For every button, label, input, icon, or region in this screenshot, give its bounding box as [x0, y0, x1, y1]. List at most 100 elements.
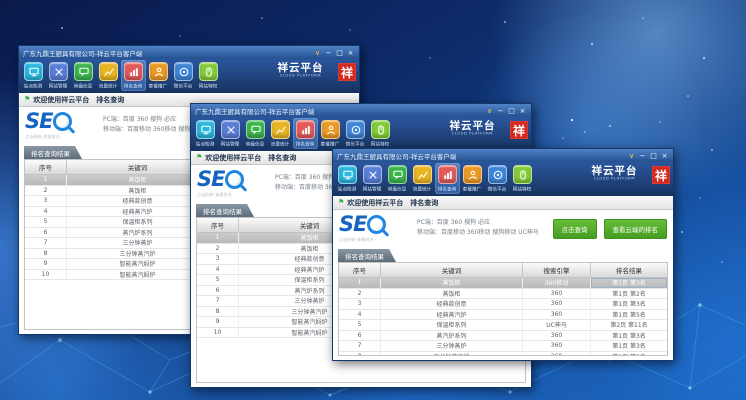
toolbar-item-site-check[interactable]: 站点检测 [335, 163, 360, 194]
toolbar-item-site-check[interactable]: 站点检测 [21, 60, 46, 91]
site-manage-icon [221, 120, 240, 139]
toolbar-item-label: 站点检测 [338, 186, 357, 193]
toolbar-item-privilege[interactable]: 网站特权 [196, 60, 221, 91]
toolbar-item-promotion[interactable]: 套餐推广 [460, 163, 485, 194]
table-row[interactable]: 5保温柜系列UC神马第2页 第11名 [339, 320, 667, 331]
toolbar-item-site-manage[interactable]: 网站管理 [46, 60, 71, 91]
toolbar-item-label: 询盘信息 [246, 141, 265, 148]
seo-tagline: 点击刷新 查看排名 [25, 133, 75, 139]
toolbar-item-privilege[interactable]: 网站特权 [368, 118, 393, 149]
toolbar-item-privilege[interactable]: 网站特权 [510, 163, 535, 194]
toolbar-item-label: 流量统计 [271, 141, 290, 148]
toolbar-item-traffic-stats[interactable]: 流量统计 [268, 118, 293, 149]
table-row[interactable]: 7三分钟蒸炉360第1页 第3名 [339, 341, 667, 352]
ranking-query-icon [124, 62, 143, 81]
table-cell: 三分钟蒸汽炉 [67, 249, 209, 259]
table-row[interactable]: 6蒸汽炉系列360第1页 第3名 [339, 331, 667, 342]
toolbar-item-inquiry[interactable]: 询盘信息 [243, 118, 268, 149]
close-button[interactable]: × [518, 106, 527, 116]
toolbar-item-label: 询盘信息 [74, 83, 93, 90]
toolbar-item-wechat-platform[interactable]: 微信平台 [343, 118, 368, 149]
minimize-button[interactable]: − [324, 48, 333, 58]
table-cell: 第1页 第2名 [591, 352, 667, 357]
window-titlebar[interactable]: 广东九鼎王厨具有限公司-祥云平台客户端 ∨−□× [19, 46, 359, 59]
results-tab[interactable]: 排名查询结果 [196, 204, 254, 217]
table-row[interactable]: 3经典款创意360第1页 第3名 [339, 299, 667, 310]
maximize-button[interactable]: □ [649, 151, 658, 161]
table-row[interactable]: 2蒸饭柜360第1页 第2名 [339, 289, 667, 300]
table-row[interactable]: 8三分钟蒸汽炉360第1页 第2名 [339, 352, 667, 357]
toolbar-item-inquiry[interactable]: 询盘信息 [71, 60, 96, 91]
table-cell: 4 [197, 265, 239, 275]
table-cell: 蒸汽炉系列 [381, 331, 523, 341]
window-title: 广东九鼎王厨具有限公司-祥云平台客户端 [23, 48, 313, 58]
window-title: 广东九鼎王厨具有限公司-祥云平台客户端 [195, 106, 485, 116]
brand-logo: 祥云平台 CLOUD PLATFORM [580, 166, 649, 182]
table-cell: 三分钟蒸炉 [67, 238, 209, 248]
column-header: 序号 [197, 218, 239, 232]
results-tab[interactable]: 排名查询结果 [24, 146, 82, 159]
toolbar-item-label: 排名查询 [438, 186, 457, 193]
cloud-ranking-button[interactable]: 查看云端的排名 [604, 219, 668, 239]
table-cell: 智能蒸汽焖炉 [67, 259, 209, 269]
close-button[interactable]: × [346, 48, 355, 58]
toolbar-item-ranking-query[interactable]: 排名查询 [293, 118, 318, 149]
close-button[interactable]: × [660, 151, 669, 161]
window-titlebar[interactable]: 广东九鼎王厨具有限公司-祥云平台客户端 ∨−□× [333, 149, 673, 162]
toolbar-item-promotion[interactable]: 套餐推广 [318, 118, 343, 149]
maximize-button[interactable]: □ [335, 48, 344, 58]
brand-name: 祥云平台 [580, 166, 649, 177]
skin-button[interactable]: ∨ [627, 151, 636, 161]
toolbar-item-site-manage[interactable]: 网站管理 [218, 118, 243, 149]
window-titlebar[interactable]: 广东九鼎王厨具有限公司-祥云平台客户端 ∨−□× [191, 104, 531, 117]
toolbar-item-wechat-platform[interactable]: 微信平台 [171, 60, 196, 91]
brand-logo: 祥云平台 CLOUD PLATFORM [266, 63, 335, 79]
toolbar-item-site-check[interactable]: 站点检测 [193, 118, 218, 149]
brand-badge: 祥 [338, 63, 356, 81]
brand-badge: 祥 [652, 166, 670, 184]
skin-button[interactable]: ∨ [313, 48, 322, 58]
minimize-button[interactable]: − [638, 151, 647, 161]
toolbar-item-label: 套餐推广 [321, 141, 340, 148]
table-cell: 经典款创意 [67, 196, 209, 206]
privilege-icon [371, 120, 390, 139]
table-row[interactable]: 1蒸饭柜360移动第1页 第3名 [339, 278, 667, 289]
toolbar-item-wechat-platform[interactable]: 微信平台 [485, 163, 510, 194]
welcome-text: 欢迎使用祥云平台 [205, 153, 261, 163]
maximize-button[interactable]: □ [507, 106, 516, 116]
query-button[interactable]: 点击查询 [553, 219, 597, 239]
brand-logo: 祥云平台 CLOUD PLATFORM [438, 121, 507, 137]
wechat-platform-icon [346, 120, 365, 139]
brand-badge: 祥 [510, 121, 528, 139]
window-title: 广东九鼎王厨具有限公司-祥云平台客户端 [337, 151, 627, 161]
toolbar-item-ranking-query[interactable]: 排名查询 [435, 163, 460, 194]
toolbar-item-traffic-stats[interactable]: 流量统计 [96, 60, 121, 91]
toolbar-item-inquiry[interactable]: 询盘信息 [385, 163, 410, 194]
wechat-platform-icon [174, 62, 193, 81]
inquiry-icon [246, 120, 265, 139]
brand-name: 祥云平台 [438, 121, 507, 132]
brand-name: 祥云平台 [266, 63, 335, 74]
app-window-front[interactable]: 广东九鼎王厨具有限公司-祥云平台客户端 ∨−□× 站点检测网站管理询盘信息流量统… [332, 148, 674, 361]
toolbar-item-site-manage[interactable]: 网站管理 [360, 163, 385, 194]
table-cell: 7 [25, 238, 67, 248]
minimize-button[interactable]: − [496, 106, 505, 116]
toolbar-item-traffic-stats[interactable]: 流量统计 [410, 163, 435, 194]
table-row[interactable]: 4经典蒸汽炉360第1页 第5名 [339, 310, 667, 321]
brand-subtitle: CLOUD PLATFORM [452, 132, 493, 135]
welcome-bar: ⚑ 欢迎使用祥云平台 排名查询 [333, 196, 673, 210]
table-cell: 7 [197, 296, 239, 306]
window-controls: ∨−□× [313, 48, 355, 58]
toolbar-item-promotion[interactable]: 套餐推广 [146, 60, 171, 91]
column-header: 关键词 [381, 263, 523, 277]
table-cell: 360 [523, 289, 591, 299]
table-cell: 经典蒸汽炉 [381, 310, 523, 320]
window-controls: ∨−□× [627, 151, 669, 161]
traffic-stats-icon [271, 120, 290, 139]
results-tab[interactable]: 排名查询结果 [338, 249, 396, 262]
skin-button[interactable]: ∨ [485, 106, 494, 116]
seo-tagline: 点击刷新 查看排名 [339, 236, 389, 242]
promotion-icon [149, 62, 168, 81]
table-cell: 3 [197, 254, 239, 264]
toolbar-item-ranking-query[interactable]: 排名查询 [121, 60, 146, 91]
